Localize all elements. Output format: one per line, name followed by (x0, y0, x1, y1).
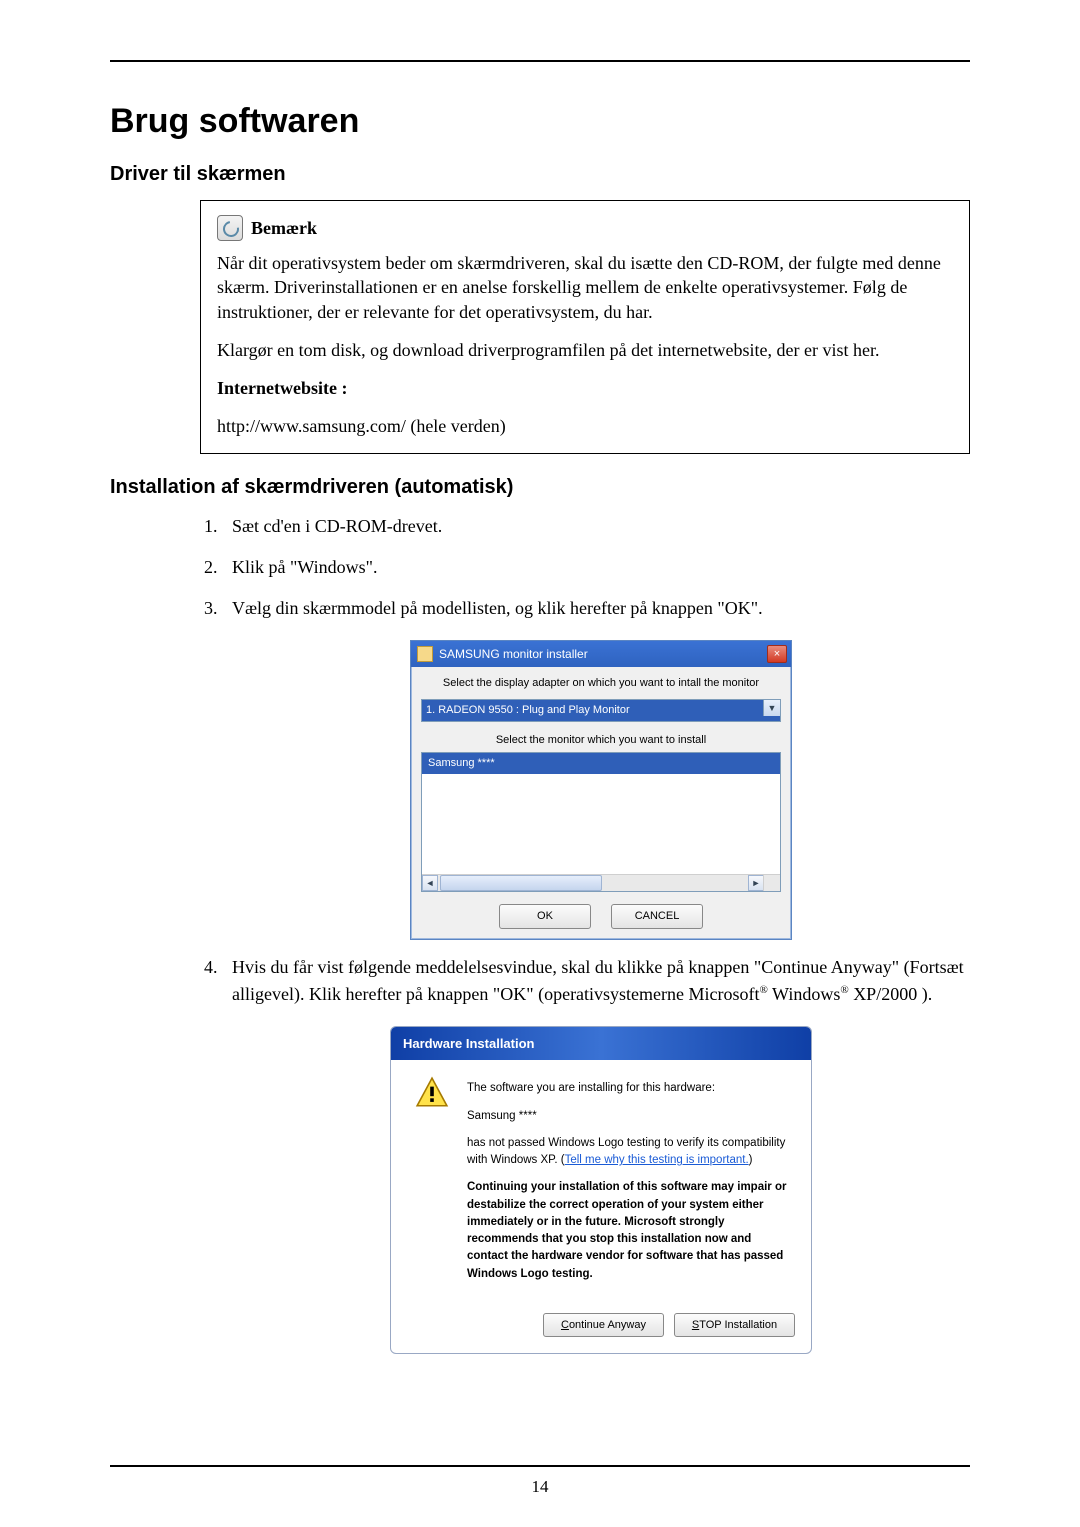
warning-icon (415, 1076, 449, 1110)
hw-dialog-body: The software you are installing for this… (391, 1060, 811, 1303)
installer-prompt-monitor: Select the monitor which you want to ins… (421, 732, 781, 749)
installer-titlebar[interactable]: SAMSUNG monitor installer × (411, 641, 791, 667)
installer-title-left: SAMSUNG monitor installer (417, 645, 588, 663)
section-heading-driver: Driver til skærmen (110, 163, 970, 186)
scroll-left-icon[interactable]: ◄ (422, 875, 438, 891)
hw-line-1: The software you are installing for this… (467, 1080, 715, 1097)
hw-top-row: The software you are installing for this… (415, 1076, 791, 1135)
footer-wrap: 14 (110, 1465, 970, 1497)
figure-hw-dialog-wrap: Hardware Installation Th (232, 1026, 970, 1355)
monitor-listbox[interactable]: Samsung **** ◄ ► (421, 752, 781, 892)
top-rule (110, 60, 970, 62)
monitor-list-item[interactable]: Samsung **** (422, 753, 781, 774)
step-4-text-mid: Windows (768, 984, 840, 1004)
hw-tell-me-why-link[interactable]: Tell me why this testing is important. (565, 1154, 749, 1166)
installer-button-row: OK CANCEL (421, 904, 781, 929)
bottom-rule (110, 1465, 970, 1467)
registered-mark-1: ® (760, 984, 768, 996)
section-heading-install: Installation af skærmdriveren (automatis… (110, 476, 970, 499)
scroll-thumb[interactable] (440, 875, 602, 891)
step-4: Hvis du får vist følgende meddelelsesvin… (222, 954, 970, 1355)
step-3-text: Vælg din skærmmodel på modellisten, og k… (232, 598, 763, 618)
note-header: Bemærk (217, 215, 953, 241)
installer-prompt-adapter: Select the display adapter on which you … (421, 675, 781, 692)
hw-button-row: Continue Anyway STOP Installation (391, 1303, 811, 1354)
registered-mark-2: ® (840, 984, 848, 996)
continue-mnemonic: C (561, 1319, 569, 1331)
installer-title-text: SAMSUNG monitor installer (439, 645, 588, 663)
note-paragraph-2: Klargør en tom disk, og download driverp… (217, 338, 953, 362)
note-website-label: Internetwebsite : (217, 376, 953, 400)
page-number: 14 (110, 1477, 970, 1497)
step-4-text-post: XP/2000 ). (849, 984, 933, 1004)
scroll-right-icon[interactable]: ► (748, 875, 764, 891)
step-3: Vælg din skærmmodel på modellisten, og k… (222, 595, 970, 940)
close-icon[interactable]: × (767, 645, 787, 663)
note-box: Bemærk Når dit operativsystem beder om s… (200, 200, 970, 454)
ok-button[interactable]: OK (499, 904, 591, 929)
stop-rest: TOP Installation (699, 1319, 777, 1331)
chevron-down-icon[interactable]: ▼ (763, 700, 780, 716)
hw-warning-paragraph: Continuing your installation of this sof… (467, 1179, 791, 1283)
pencil-note-icon (217, 215, 243, 241)
continue-anyway-button[interactable]: Continue Anyway (543, 1313, 664, 1338)
hscrollbar[interactable]: ◄ ► (422, 874, 764, 891)
hw-line-3: has not passed Windows Logo testing to v… (467, 1135, 791, 1170)
continue-rest: ontinue Anyway (569, 1319, 646, 1331)
page-title: Brug softwaren (110, 102, 970, 141)
scroll-corner (763, 874, 780, 891)
installer-dialog: SAMSUNG monitor installer × Select the d… (410, 640, 792, 940)
note-website-url: http://www.samsung.com/ (hele verden) (217, 414, 953, 438)
note-paragraph-1: Når dit operativsystem beder om skærmdri… (217, 251, 953, 324)
note-label: Bemærk (251, 216, 317, 240)
step-list: Sæt cd'en i CD-ROM-drevet. Klik på "Wind… (200, 513, 970, 1355)
step-1: Sæt cd'en i CD-ROM-drevet. (222, 513, 970, 540)
hardware-installation-dialog: Hardware Installation Th (390, 1026, 812, 1355)
figure-installer-wrap: SAMSUNG monitor installer × Select the d… (232, 640, 970, 940)
installer-app-icon (417, 646, 433, 662)
hw-dialog-titlebar[interactable]: Hardware Installation (391, 1027, 811, 1061)
hw-top-lines: The software you are installing for this… (467, 1080, 715, 1135)
stop-installation-button[interactable]: STOP Installation (674, 1313, 795, 1338)
hw-text-block: has not passed Windows Logo testing to v… (467, 1135, 791, 1283)
adapter-select-row: 1. RADEON 9550 : Plug and Play Monitor ▼ (421, 699, 781, 722)
step-2: Klik på "Windows". (222, 554, 970, 581)
cancel-button[interactable]: CANCEL (611, 904, 703, 929)
adapter-select[interactable]: 1. RADEON 9550 : Plug and Play Monitor (421, 699, 781, 722)
installer-body: Select the display adapter on which you … (411, 667, 791, 939)
hw-line-2: Samsung **** (467, 1108, 715, 1125)
hw-line-3-post: ) (749, 1154, 753, 1166)
